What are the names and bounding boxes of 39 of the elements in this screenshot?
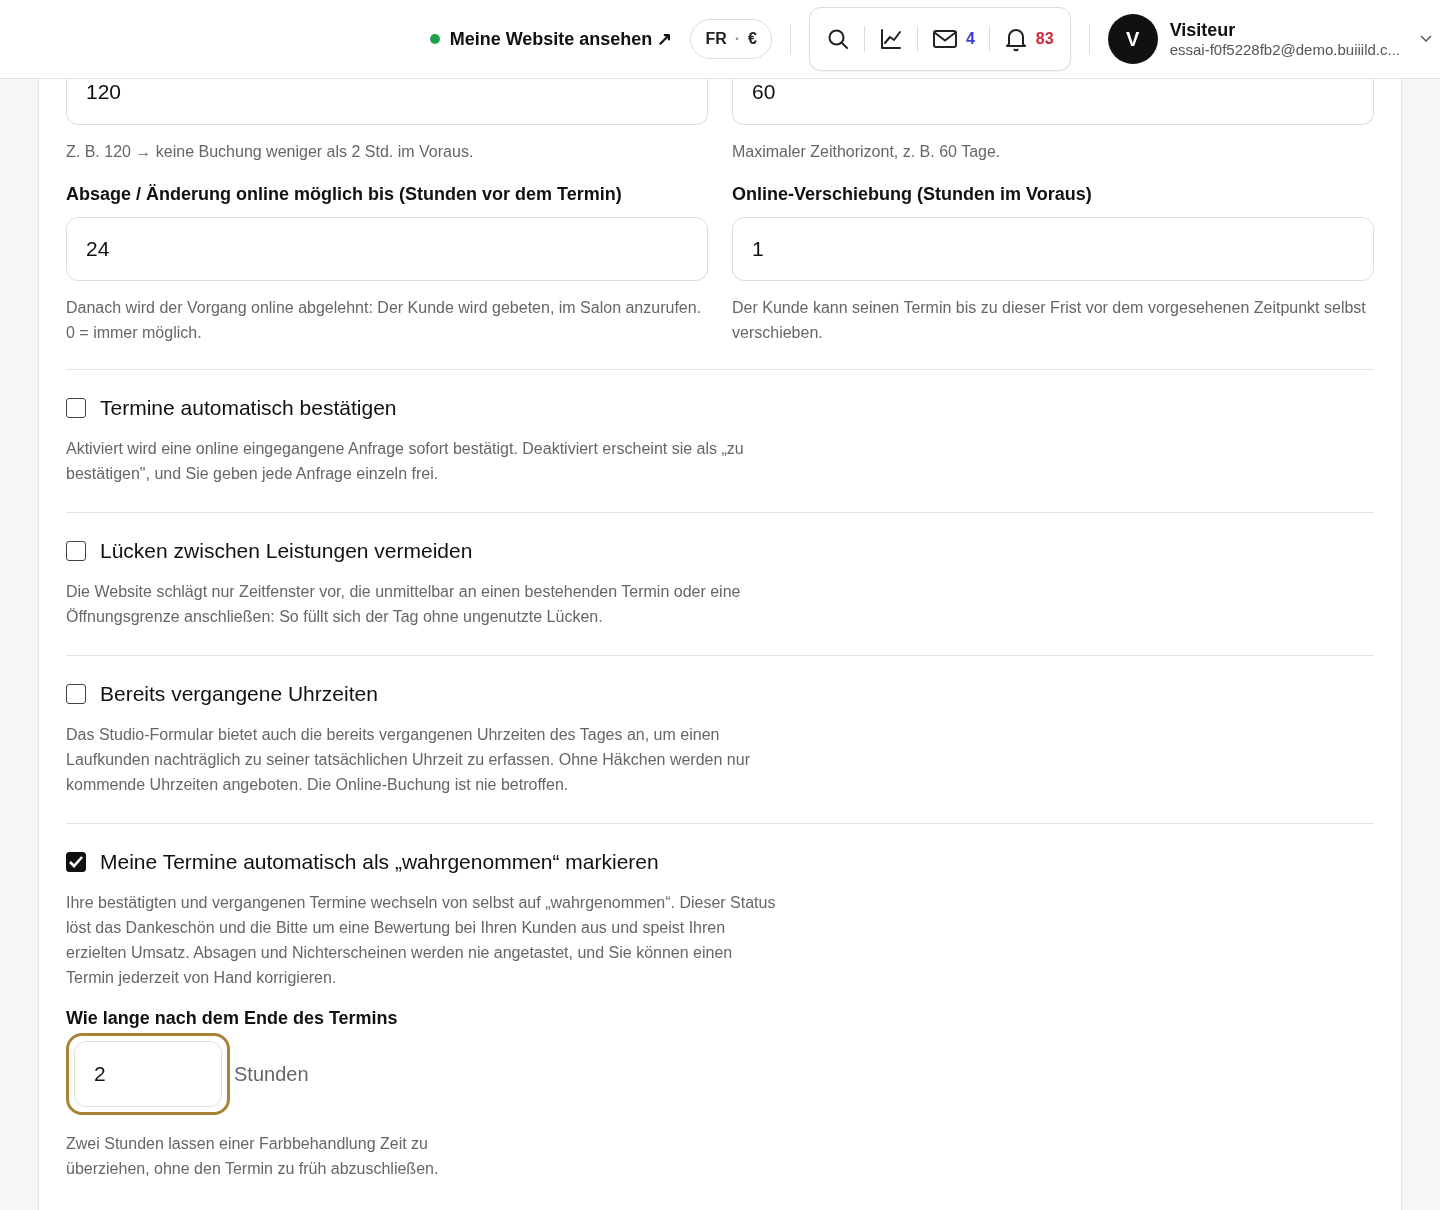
help-text: Zwei Stunden lassen einer Farbbehandlung Zeit zu überziehen, ohne den Termin zu früh abzuschließen. xyxy=(66,1134,440,1179)
line-chart-icon xyxy=(878,27,903,51)
help-text: Aktiviert wird eine online eingegangene Anfrage sofort bestätigt. Deaktiviert erscheint sie als „zu bestätigen", und Sie geben jede Anfrage einzeln frei. xyxy=(66,439,745,484)
chevron-down-icon xyxy=(1420,35,1432,43)
checkbox-label: Termine automatisch bestätigen xyxy=(100,396,397,420)
checkbox[interactable] xyxy=(66,541,86,561)
view-website-link[interactable]: Meine Website ansehen ↗ xyxy=(449,28,673,50)
number-field[interactable]: 120 xyxy=(66,79,708,125)
number-field[interactable]: 1 xyxy=(732,217,1374,281)
help-text: Die Website schlägt nur Zeitfenster vor, die unmittelbar an einen bestehenden Termin oder eine Öffnungsgrenze anschließen: So füllt sich der Tag ohne ungenutzte Lücken. xyxy=(66,582,742,627)
number-field[interactable]: 60 xyxy=(732,79,1374,125)
number-field[interactable]: 24 xyxy=(66,217,708,281)
envelope-icon xyxy=(931,28,958,50)
checkbox[interactable] xyxy=(66,398,86,418)
help-text: Maximaler Zeithorizont, z. B. 60 Tage. xyxy=(732,142,1002,162)
checkbox[interactable] xyxy=(66,684,86,704)
checkbox-label: Meine Termine automatisch als „wahrgenommen“ markieren xyxy=(100,850,659,874)
checkbox-label: Lücken zwischen Leistungen vermeiden xyxy=(100,539,473,563)
search-icon xyxy=(825,27,850,51)
help-text: Z. B. 120 → keine Buchung weniger als 2 Std. im Voraus. xyxy=(66,142,475,162)
user-name: Visiteur xyxy=(1169,20,1236,41)
locale-button[interactable]: FR · € xyxy=(690,19,772,59)
user-email: essai-f0f5228fb2@demo.buiiild.c... xyxy=(1169,41,1400,58)
field-label: Wie lange nach dem Ende des Termins xyxy=(66,1008,398,1029)
help-text: Das Studio-Formular bietet auch die bereits vergangenen Uhrzeiten des Tages an, um einen Laufkunden nachträglich zu seiner tatsächlichen Uhrzeit zu erfassen. Ohne Häkchen werden nur kommende Uhrzeiten angeboten. Die Online-Buchung ist nie betroffen. xyxy=(66,725,751,795)
user-menu[interactable]: V Visiteur essai-f0f5228fb2@demo.buiiild.c... xyxy=(1107,14,1432,64)
help-text: Danach wird der Vorgang online abgelehnt: Der Kunde wird gebeten, im Salon anzurufen. 0 = immer möglich. xyxy=(66,298,703,343)
checkbox[interactable] xyxy=(66,852,86,872)
checkbox-label: Bereits vergangene Uhrzeiten xyxy=(100,682,378,706)
help-text: Der Kunde kann seinen Termin bis zu dieser Frist vor dem vorgesehenen Zeitpunkt selbst verschieben. xyxy=(732,298,1367,343)
hours-field[interactable]: 2 xyxy=(66,1033,230,1115)
messages-button[interactable]: 4 xyxy=(923,19,983,59)
avatar: V xyxy=(1107,14,1158,64)
field-label: Online-Verschiebung (Stunden im Voraus) xyxy=(732,184,1093,205)
field-label: Absage / Änderung online möglich bis (Stunden vor dem Termin) xyxy=(66,184,623,205)
notifications-button[interactable]: 83 xyxy=(995,19,1062,59)
unit-label: Stunden xyxy=(234,1062,309,1086)
help-text: Ihre bestätigten und vergangenen Termine wechseln von selbst auf „wahrgenommen“. Dieser Status löst das Dankeschön und die Bitte um eine Bewertung bei Ihren Kunden aus und speist Ihren erzielten Umsatz. Absagen und Nichterscheinen werden nie angetastet, und Sie können einen Termin jederzeit von Hand korrigieren. xyxy=(66,893,777,988)
bell-icon xyxy=(1003,26,1028,52)
